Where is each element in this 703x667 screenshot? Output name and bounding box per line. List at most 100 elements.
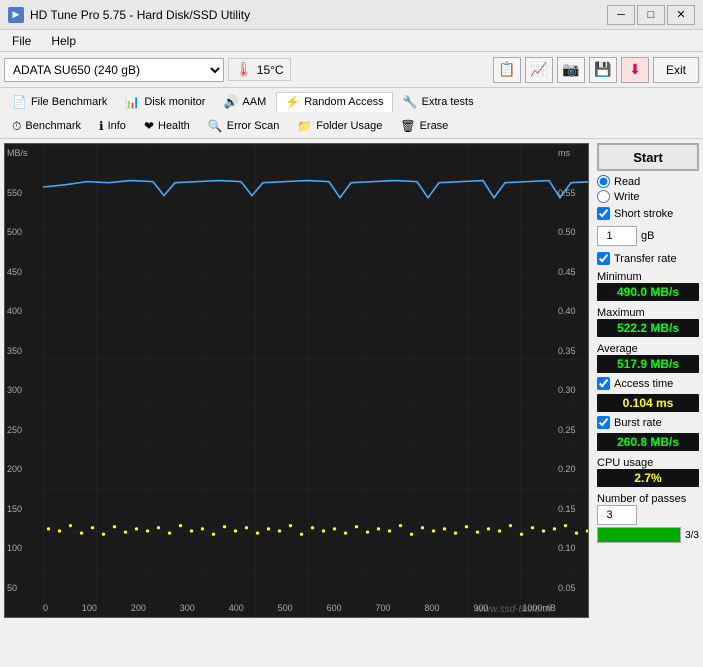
short-stroke-spinbox[interactable] [597, 226, 637, 246]
short-stroke-checkbox[interactable] [597, 207, 610, 220]
cpu-usage-value: 2.7% [597, 469, 699, 487]
x-tick-700: 700 [376, 603, 391, 613]
y-axis-right: ms 0.55 0.50 0.45 0.40 0.35 0.30 0.25 0.… [556, 144, 588, 597]
access-time-value: 0.104 ms [597, 394, 699, 412]
error-scan-icon: 🔍 [208, 119, 223, 133]
aam-icon: 🔊 [223, 95, 238, 109]
burst-rate-checkbox-label[interactable]: Burst rate [597, 416, 699, 429]
tab-health[interactable]: ❤ Health [136, 117, 198, 135]
average-label: Average [597, 343, 699, 355]
tab-error-scan[interactable]: 🔍 Error Scan [200, 117, 288, 135]
transfer-rate-text: Transfer rate [614, 253, 677, 265]
y-tick-r-030: 0.30 [558, 385, 586, 395]
passes-section: Number of passes 3/3 [597, 491, 699, 543]
random-access-icon: ⚡ [285, 95, 300, 109]
progress-bar-container [597, 527, 681, 543]
burst-rate-value: 260.8 MB/s [597, 433, 699, 451]
minimum-value: 490.0 MB/s [597, 283, 699, 301]
file-benchmark-icon: 📄 [12, 95, 27, 109]
tab-erase[interactable]: 🗑 Erase [392, 117, 456, 135]
progress-row: 3/3 [597, 527, 699, 543]
y-tick-r-040: 0.40 [558, 306, 586, 316]
y-tick-250: 250 [7, 425, 41, 435]
camera-icon-btn[interactable]: 📷 [557, 57, 585, 83]
tab-file-benchmark[interactable]: 📄 File Benchmark [4, 93, 115, 111]
short-stroke-label[interactable]: Short stroke [597, 207, 699, 220]
menu-help[interactable]: Help [43, 32, 84, 50]
tabs-row-2: ⏱ Benchmark ℹ Info ❤ Health 🔍 Error Scan… [4, 114, 699, 138]
tab-info[interactable]: ℹ Info [91, 117, 134, 135]
write-radio[interactable] [597, 190, 610, 203]
minimize-button[interactable]: ─ [607, 5, 635, 25]
x-tick-100: 100 [82, 603, 97, 613]
titlebar: ▶ HD Tune Pro 5.75 - Hard Disk/SSD Utili… [0, 0, 703, 30]
titlebar-left: ▶ HD Tune Pro 5.75 - Hard Disk/SSD Utili… [8, 7, 250, 23]
burst-rate-text: Burst rate [614, 417, 662, 429]
maximum-section: Maximum 522.2 MB/s [597, 305, 699, 337]
exit-button[interactable]: Exit [653, 57, 699, 83]
folder-icon-btn[interactable]: 💾 [589, 57, 617, 83]
y-tick-r-025: 0.25 [558, 425, 586, 435]
maximize-button[interactable]: □ [637, 5, 665, 25]
x-tick-800: 800 [424, 603, 439, 613]
cpu-usage-label: CPU usage [597, 457, 699, 469]
access-time-checkbox[interactable] [597, 377, 610, 390]
minimum-label: Minimum [597, 271, 699, 283]
health-icon: ❤ [144, 119, 154, 133]
y-axis-left: MB/s 550 500 450 400 350 300 250 200 150… [5, 144, 43, 597]
y-tick-350: 350 [7, 346, 41, 356]
x-tick-300: 300 [180, 603, 195, 613]
transfer-rate-label[interactable]: Transfer rate [597, 252, 699, 265]
info-icon-btn[interactable]: 📋 [493, 57, 521, 83]
x-tick-0: 0 [43, 603, 48, 613]
read-radio-label[interactable]: Read [597, 175, 699, 188]
temperature-value: 15°C [257, 63, 284, 77]
app-icon: ▶ [8, 7, 24, 23]
tab-folder-usage-label: Folder Usage [316, 120, 382, 132]
drive-select[interactable]: ADATA SU650 (240 gB) [4, 58, 224, 82]
tab-benchmark[interactable]: ⏱ Benchmark [4, 117, 89, 136]
x-tick-500: 500 [278, 603, 293, 613]
write-label: Write [614, 191, 639, 203]
tab-folder-usage[interactable]: 📁 Folder Usage [289, 117, 390, 135]
read-radio[interactable] [597, 175, 610, 188]
tab-disk-monitor[interactable]: 📊 Disk monitor [117, 93, 213, 111]
tab-aam[interactable]: 🔊 AAM [215, 93, 274, 111]
close-button[interactable]: ✕ [667, 5, 695, 25]
tab-extra-tests-label: Extra tests [422, 96, 474, 108]
burst-rate-checkbox[interactable] [597, 416, 610, 429]
start-button[interactable]: Start [597, 143, 699, 171]
x-tick-400: 400 [229, 603, 244, 613]
tab-random-access[interactable]: ⚡ Random Access [276, 92, 392, 112]
y-tick-r-005: 0.05 [558, 583, 586, 593]
cpu-usage-section: CPU usage 2.7% [597, 455, 699, 487]
graph-icon-btn[interactable]: 📈 [525, 57, 553, 83]
menu-file[interactable]: File [4, 32, 39, 50]
titlebar-controls: ─ □ ✕ [607, 5, 695, 25]
tab-extra-tests[interactable]: 🔧 Extra tests [395, 93, 482, 111]
average-section: Average 517.9 MB/s [597, 341, 699, 373]
read-label: Read [614, 176, 640, 188]
y-tick-150: 150 [7, 504, 41, 514]
tab-erase-label: Erase [420, 120, 449, 132]
passes-spinbox[interactable] [597, 505, 637, 525]
tab-info-label: Info [108, 120, 126, 132]
y-tick-400: 400 [7, 306, 41, 316]
write-radio-label[interactable]: Write [597, 190, 699, 203]
tab-health-label: Health [158, 120, 190, 132]
x-tick-200: 200 [131, 603, 146, 613]
download-icon-btn[interactable]: ⬇ [621, 57, 649, 83]
transfer-rate-checkbox[interactable] [597, 252, 610, 265]
access-time-checkbox-label[interactable]: Access time [597, 377, 699, 390]
benchmark-icon: ⏱ [12, 119, 21, 134]
y-tick-450: 450 [7, 267, 41, 277]
tab-disk-monitor-label: Disk monitor [144, 96, 205, 108]
erase-icon: 🗑 [400, 119, 415, 133]
disk-monitor-icon: 📊 [125, 95, 140, 109]
access-time-text: Access time [614, 378, 673, 390]
y-tick-r-035: 0.35 [558, 346, 586, 356]
tab-error-scan-label: Error Scan [227, 120, 280, 132]
y-tick-200: 200 [7, 464, 41, 474]
main-content: MB/s 550 500 450 400 350 300 250 200 150… [0, 139, 703, 622]
thermometer-icon: 🌡 [235, 61, 253, 78]
